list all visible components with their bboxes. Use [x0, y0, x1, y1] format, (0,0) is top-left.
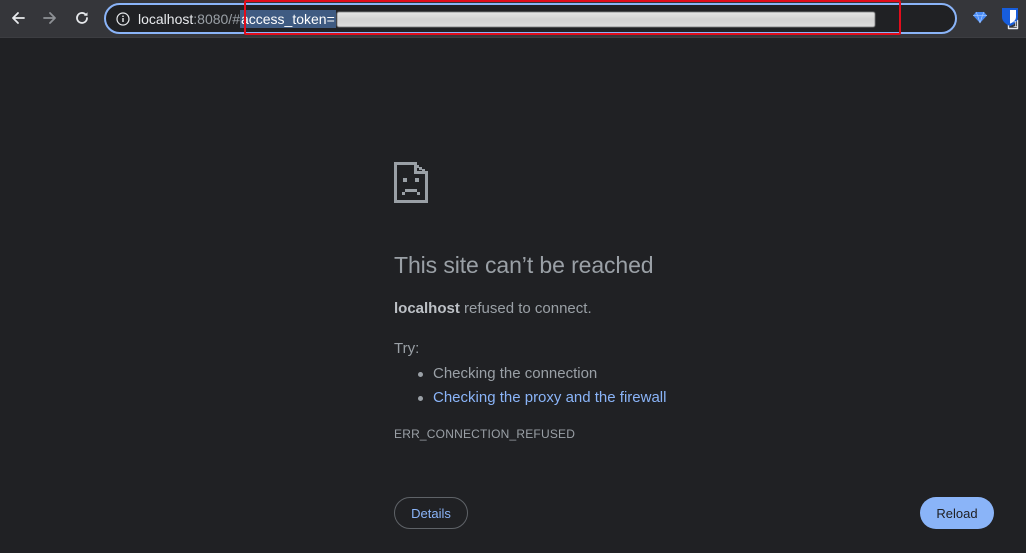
error-description: localhost refused to connect. — [394, 300, 592, 317]
details-button[interactable]: Details — [394, 497, 468, 529]
extension-bitwarden-button[interactable]: 1 — [998, 5, 1024, 33]
sad-page-icon — [394, 160, 428, 204]
error-description-text: refused to connect. — [459, 300, 592, 317]
proxy-firewall-link[interactable]: Checking the proxy and the firewall — [433, 389, 666, 406]
annotation-highlight-box — [244, 0, 901, 35]
reload-button[interactable]: Reload — [920, 497, 994, 529]
browser-toolbar: localhost:8080/# access_token= 1 — [0, 0, 1026, 38]
extension-gem-button[interactable] — [969, 6, 991, 28]
site-info-icon[interactable] — [115, 11, 130, 26]
extension-badge: 1 — [1013, 20, 1018, 29]
try-label: Try: — [394, 340, 420, 357]
error-code: ERR_CONNECTION_REFUSED — [394, 427, 576, 441]
url-host: localhost — [138, 11, 194, 27]
reload-icon — [76, 12, 88, 24]
back-button[interactable] — [5, 5, 31, 31]
arrow-right-icon — [43, 12, 56, 24]
suggestion-list: Checking the connection Checking the pro… — [394, 362, 666, 410]
error-description-host: localhost — [394, 300, 460, 317]
arrow-left-icon — [12, 12, 25, 24]
suggestion-item-link[interactable]: Checking the proxy and the firewall — [417, 386, 666, 410]
suggestion-item: Checking the connection — [417, 362, 666, 386]
url-port-hash: :8080/# — [193, 11, 240, 27]
reload-page-button[interactable] — [69, 5, 95, 31]
gem-icon — [973, 11, 987, 24]
error-title: This site can’t be reached — [394, 252, 654, 278]
forward-button[interactable] — [37, 5, 63, 31]
